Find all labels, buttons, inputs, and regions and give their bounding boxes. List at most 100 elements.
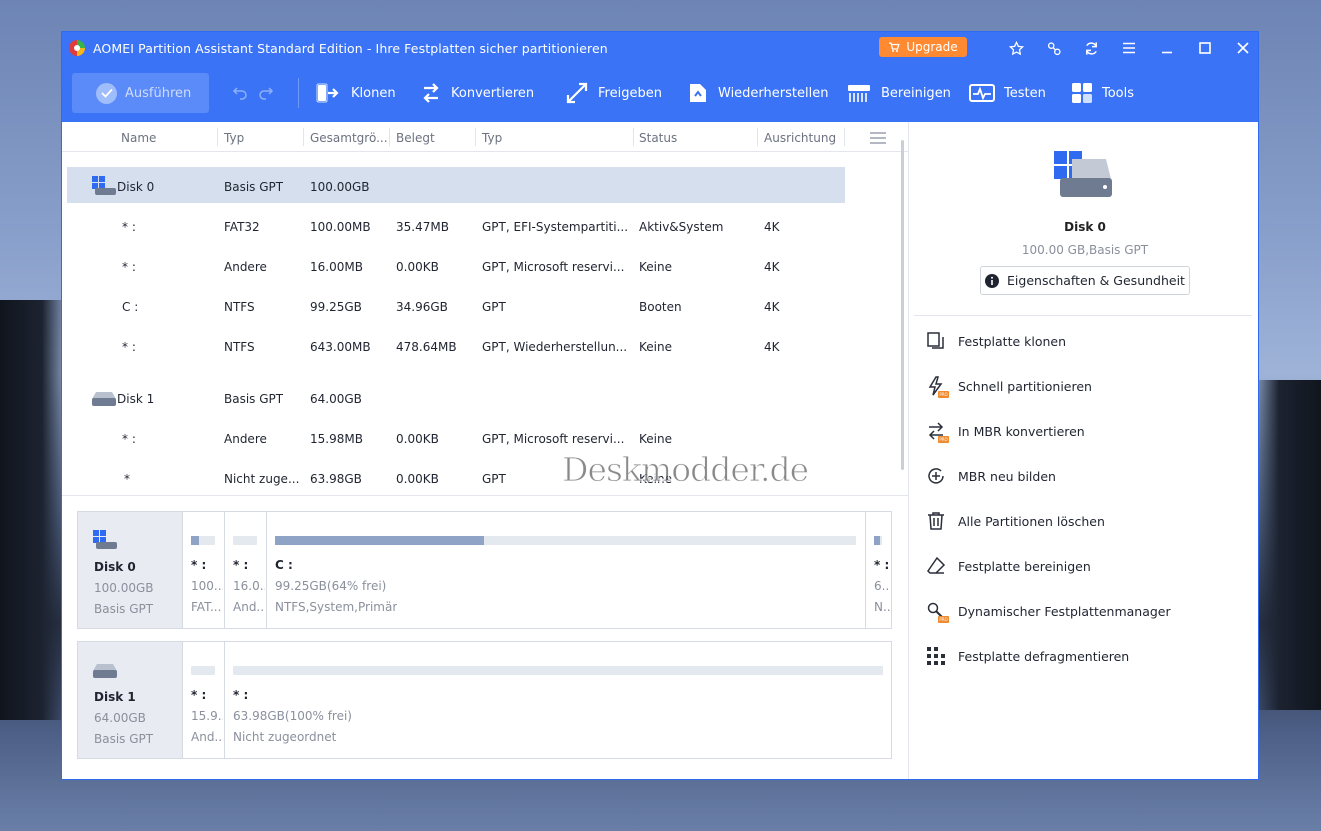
row-fs: Andere bbox=[224, 260, 267, 274]
apply-button[interactable]: Ausführen bbox=[72, 73, 209, 113]
op-dynamic-disk-manager[interactable]: PRO Dynamischer Festplattenmanager bbox=[926, 600, 1171, 623]
favorite-star-icon[interactable] bbox=[1006, 38, 1026, 58]
toolbar-tools-label: Tools bbox=[1102, 85, 1135, 101]
toolbar-convert-button[interactable]: Konvertieren bbox=[420, 64, 534, 122]
table-row[interactable]: * : NTFS 643.00MB 478.64MB GPT, Wiederhe… bbox=[67, 327, 845, 363]
usage-bar bbox=[874, 536, 882, 545]
selected-disk-info: 100.00 GB,Basis GPT bbox=[1021, 243, 1149, 257]
toolbar-convert-label: Konvertieren bbox=[451, 85, 535, 101]
col-divider bbox=[757, 128, 758, 146]
table-row-disk0[interactable]: Disk 0 Basis GPT 100.00GB bbox=[67, 167, 845, 203]
col-alignment[interactable]: Ausrichtung bbox=[764, 131, 836, 145]
usage-bar bbox=[275, 536, 856, 545]
toolbar-test-button[interactable]: Testen bbox=[969, 64, 1046, 122]
disk-map-card-disk1[interactable]: Disk 1 64.00GB Basis GPT * : 15.9... And… bbox=[77, 641, 892, 759]
desktop-trees-left bbox=[0, 300, 70, 720]
selected-disk-name: Disk 0 bbox=[1064, 220, 1106, 234]
apply-label: Ausführen bbox=[125, 85, 192, 101]
partition-label: * : bbox=[191, 558, 207, 572]
row-name: * bbox=[124, 472, 130, 486]
wipe-icon bbox=[848, 85, 870, 102]
toolbar-restore-button[interactable]: Wiederherstellen bbox=[687, 64, 828, 122]
toolbar-free-space-button[interactable]: Freigeben bbox=[565, 64, 662, 122]
row-status: Booten bbox=[639, 300, 682, 314]
row-fs: NTFS bbox=[224, 340, 255, 354]
partition-block-unallocated[interactable]: * : 63.98GB(100% frei) Nicht zugeordnet bbox=[224, 642, 891, 758]
op-label: Festplatte klonen bbox=[958, 333, 1067, 349]
op-convert-mbr[interactable]: PRO In MBR konvertieren bbox=[926, 420, 1085, 443]
restore-icon bbox=[690, 84, 706, 102]
partition-block[interactable]: * : 15.9... And... bbox=[182, 642, 224, 758]
toolbar-wipe-button[interactable]: Bereinigen bbox=[846, 64, 951, 122]
app-window: AOMEI Partition Assistant Standard Editi… bbox=[61, 31, 1259, 780]
toolbar-clone-button[interactable]: Klonen bbox=[316, 64, 396, 122]
partition-info: FAT... bbox=[191, 600, 222, 614]
table-row[interactable]: * : Andere 16.00MB 0.00KB GPT, Microsoft… bbox=[67, 247, 845, 283]
row-name: * : bbox=[122, 340, 136, 354]
op-clone-disk[interactable]: Festplatte klonen bbox=[926, 330, 1066, 352]
toolbar-restore-label: Wiederherstellen bbox=[718, 85, 829, 101]
partition-block-c[interactable]: C : 99.25GB(64% frei) NTFS,System,Primär bbox=[266, 512, 865, 628]
test-icon bbox=[969, 84, 995, 102]
op-label: MBR neu bilden bbox=[958, 468, 1056, 484]
upgrade-button[interactable]: Upgrade bbox=[879, 37, 967, 57]
minimize-icon[interactable] bbox=[1157, 38, 1177, 58]
op-defragment[interactable]: Festplatte defragmentieren bbox=[926, 645, 1129, 667]
partition-info: And... bbox=[233, 600, 265, 614]
pro-badge: PRO bbox=[938, 391, 949, 398]
partition-block[interactable]: * : 6... N... bbox=[865, 512, 891, 628]
op-label: Dynamischer Festplattenmanager bbox=[958, 603, 1171, 619]
table-row[interactable]: * : FAT32 100.00MB 35.47MB GPT, EFI-Syst… bbox=[67, 207, 845, 243]
op-quick-partition[interactable]: PRO Schnell partitionieren bbox=[926, 375, 1092, 398]
key-icon[interactable] bbox=[1044, 38, 1064, 58]
partition-info: NTFS,System,Primär bbox=[275, 600, 398, 614]
op-delete-all-partitions[interactable]: Alle Partitionen löschen bbox=[926, 510, 1105, 532]
disk-map-card-disk0[interactable]: Disk 0 100.00GB Basis GPT * : 100.... FA… bbox=[77, 511, 892, 629]
undo-icon[interactable] bbox=[232, 84, 248, 100]
op-rebuild-mbr[interactable]: MBR neu bilden bbox=[926, 465, 1056, 487]
usage-bar bbox=[233, 666, 883, 675]
col-type[interactable]: Typ bbox=[482, 131, 502, 145]
row-size: 100.00GB bbox=[310, 180, 370, 194]
col-divider bbox=[844, 128, 845, 146]
col-divider bbox=[303, 128, 304, 146]
toolbar-free-space-label: Freigeben bbox=[598, 85, 662, 101]
partition-size: 99.25GB(64% frei) bbox=[275, 579, 387, 593]
col-used[interactable]: Belegt bbox=[396, 131, 435, 145]
maximize-icon[interactable] bbox=[1195, 38, 1215, 58]
col-divider bbox=[389, 128, 390, 146]
row-used: 35.47MB bbox=[396, 220, 449, 234]
col-name[interactable]: Name bbox=[121, 131, 156, 145]
usage-bar bbox=[191, 666, 215, 675]
col-status[interactable]: Status bbox=[639, 131, 677, 145]
row-size: 16.00MB bbox=[310, 260, 363, 274]
properties-health-button[interactable]: Eigenschaften & Gesundheit bbox=[980, 266, 1190, 295]
partition-size: 63.98GB(100% frei) bbox=[233, 709, 352, 723]
row-alignment: 4K bbox=[764, 260, 780, 274]
redo-icon[interactable] bbox=[258, 84, 274, 100]
partition-size: 100.... bbox=[191, 579, 223, 593]
close-icon[interactable] bbox=[1233, 38, 1253, 58]
system-disk-icon bbox=[93, 530, 117, 549]
table-row-disk1[interactable]: Disk 1 Basis GPT 64.00GB bbox=[67, 379, 845, 415]
row-used: 34.96GB bbox=[396, 300, 448, 314]
pro-badge: PRO bbox=[938, 616, 949, 623]
menu-icon[interactable] bbox=[1119, 38, 1139, 58]
partition-block[interactable]: * : 100.... FAT... bbox=[182, 512, 224, 628]
disk-map-name: Disk 0 bbox=[94, 560, 136, 574]
row-alignment: 4K bbox=[764, 220, 780, 234]
row-fs: Nicht zuge... bbox=[224, 472, 300, 486]
op-wipe-disk[interactable]: Festplatte bereinigen bbox=[926, 555, 1091, 577]
table-row[interactable]: C : NTFS 99.25GB 34.96GB GPT Booten 4K bbox=[67, 287, 845, 323]
clone-icon bbox=[316, 83, 339, 103]
partition-block[interactable]: * : 16.0... And... bbox=[224, 512, 266, 628]
column-settings-icon[interactable] bbox=[870, 132, 886, 144]
toolbar-clone-label: Klonen bbox=[351, 85, 396, 101]
col-fs[interactable]: Typ bbox=[224, 131, 244, 145]
refresh-icon[interactable] bbox=[1081, 38, 1101, 58]
toolbar-tools-button[interactable]: Tools bbox=[1071, 64, 1134, 122]
col-size[interactable]: Gesamtgrö... bbox=[310, 131, 388, 145]
row-status: Aktiv&System bbox=[639, 220, 724, 234]
table-scrollbar[interactable] bbox=[901, 140, 904, 470]
title-bar: AOMEI Partition Assistant Standard Editi… bbox=[62, 32, 1258, 64]
